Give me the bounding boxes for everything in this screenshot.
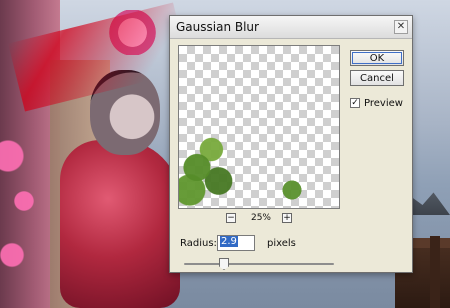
radius-input[interactable]: 2.9 [217,235,255,251]
radius-units: pixels [267,238,296,249]
preview-foliage-right [274,168,314,208]
gaussian-blur-dialog: Gaussian Blur ✕ − 25% + Radius: 2.9 pixe… [169,15,413,273]
background-blossoms [0,120,40,300]
dialog-titlebar: Gaussian Blur ✕ [170,16,412,39]
background-figure-robe [60,140,180,308]
close-button[interactable]: ✕ [394,20,408,34]
dialog-title: Gaussian Blur [176,20,259,34]
radius-slider[interactable] [184,258,334,270]
checkbox[interactable]: ✓ [350,98,360,108]
ok-button[interactable]: OK [350,50,404,66]
zoom-in-button[interactable]: + [282,213,292,223]
background-railing-post [430,236,440,308]
close-icon: ✕ [396,21,406,32]
cancel-button[interactable]: Cancel [350,70,404,86]
zoom-controls: − 25% + [178,213,340,229]
zoom-level: 25% [250,213,271,223]
preview-label: Preview [364,97,403,109]
checkmark-icon: ✓ [351,97,359,108]
minus-icon: − [227,212,235,223]
radius-label: Radius: [180,238,217,249]
preview-foliage [179,118,251,208]
zoom-out-button[interactable]: − [226,213,236,223]
preview-pane[interactable] [178,45,340,209]
radius-value: 2.9 [220,236,238,247]
radius-row: Radius: 2.9 pixels [180,235,400,255]
preview-checkbox[interactable]: ✓ Preview [350,96,403,110]
radius-slider-thumb[interactable] [219,258,229,270]
plus-icon: + [283,212,291,223]
radius-slider-track [184,263,334,265]
